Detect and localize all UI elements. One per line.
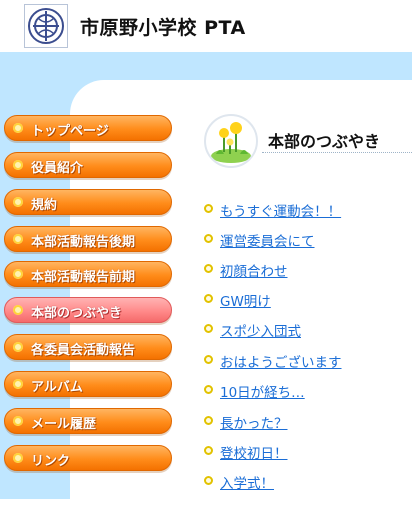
site-header: 市原野小学校 PTA <box>0 0 412 52</box>
post-link[interactable]: 10日が経ち… <box>220 381 305 401</box>
dandelion-icon <box>204 114 258 168</box>
bullet-icon <box>13 234 23 244</box>
sidebar-item-label: 本部活動報告前期 <box>31 270 136 285</box>
bullet-icon <box>13 342 23 352</box>
post-link[interactable]: 登校初日！ <box>220 442 288 462</box>
sidebar-item-label: 本部のつぶやき <box>31 306 123 321</box>
sidebar-item-label: メール履歴 <box>31 417 97 432</box>
post-link[interactable]: 初顔合わせ <box>220 260 288 280</box>
bullet-icon <box>204 446 213 455</box>
bullet-icon <box>13 379 23 389</box>
bullet-icon <box>204 416 213 425</box>
bullet-icon <box>13 197 23 207</box>
bullet-icon <box>204 385 213 394</box>
sidebar-item-label: 役員紹介 <box>31 161 84 176</box>
post-link[interactable]: 運営委員会にて <box>220 230 315 250</box>
bullet-icon <box>13 269 23 279</box>
sidebar-item-label: トップページ <box>31 124 109 139</box>
bullet-icon <box>204 355 213 364</box>
sidebar-item-album[interactable]: アルバム <box>4 371 172 397</box>
sidebar-item-bylaws[interactable]: 規約 <box>4 189 172 215</box>
post-link[interactable]: スポ少入団式 <box>220 320 301 340</box>
sidebar-item-label: 規約 <box>31 198 58 213</box>
sidebar-item-mail-history[interactable]: メール履歴 <box>4 408 172 434</box>
bullet-icon <box>204 234 213 243</box>
site-title: 市原野小学校 PTA <box>80 17 246 39</box>
sidebar-item-top-page[interactable]: トップページ <box>4 115 172 141</box>
school-emblem-logo[interactable] <box>24 4 68 48</box>
bullet-icon <box>204 324 213 333</box>
sidebar-item-committee-reports[interactable]: 各委員会活動報告 <box>4 334 172 360</box>
bullet-icon <box>204 476 213 485</box>
sidebar-item-hq-murmurs[interactable]: 本部のつぶやき <box>4 297 172 323</box>
bullet-icon <box>13 305 23 315</box>
post-link[interactable]: GW明け <box>220 290 271 310</box>
sidebar-item-links[interactable]: リンク <box>4 445 172 471</box>
sidebar-item-label: 各委員会活動報告 <box>31 343 136 358</box>
bullet-icon <box>13 160 23 170</box>
sidebar-item-report-first-half[interactable]: 本部活動報告前期 <box>4 261 172 287</box>
bullet-icon <box>13 123 23 133</box>
bullet-icon <box>13 416 23 426</box>
post-link[interactable]: 入学式！ <box>220 472 274 492</box>
bullet-icon <box>13 453 23 463</box>
post-link[interactable]: 長かった？ <box>220 412 288 432</box>
sidebar-item-officers[interactable]: 役員紹介 <box>4 152 172 178</box>
post-link[interactable]: もうすぐ運動会！！ <box>220 200 341 220</box>
bullet-icon <box>204 294 213 303</box>
post-link[interactable]: おはようございます <box>220 351 342 371</box>
bullet-icon <box>204 264 213 273</box>
section-title: 本部のつぶやき <box>268 132 381 151</box>
sidebar-item-label: リンク <box>31 454 71 469</box>
sidebar-item-report-second-half[interactable]: 本部活動報告後期 <box>4 226 172 252</box>
bullet-icon <box>204 204 213 213</box>
sidebar-item-label: 本部活動報告後期 <box>31 235 136 250</box>
sidebar-item-label: アルバム <box>31 380 83 395</box>
section-divider <box>262 152 412 153</box>
emblem-icon <box>28 8 64 44</box>
